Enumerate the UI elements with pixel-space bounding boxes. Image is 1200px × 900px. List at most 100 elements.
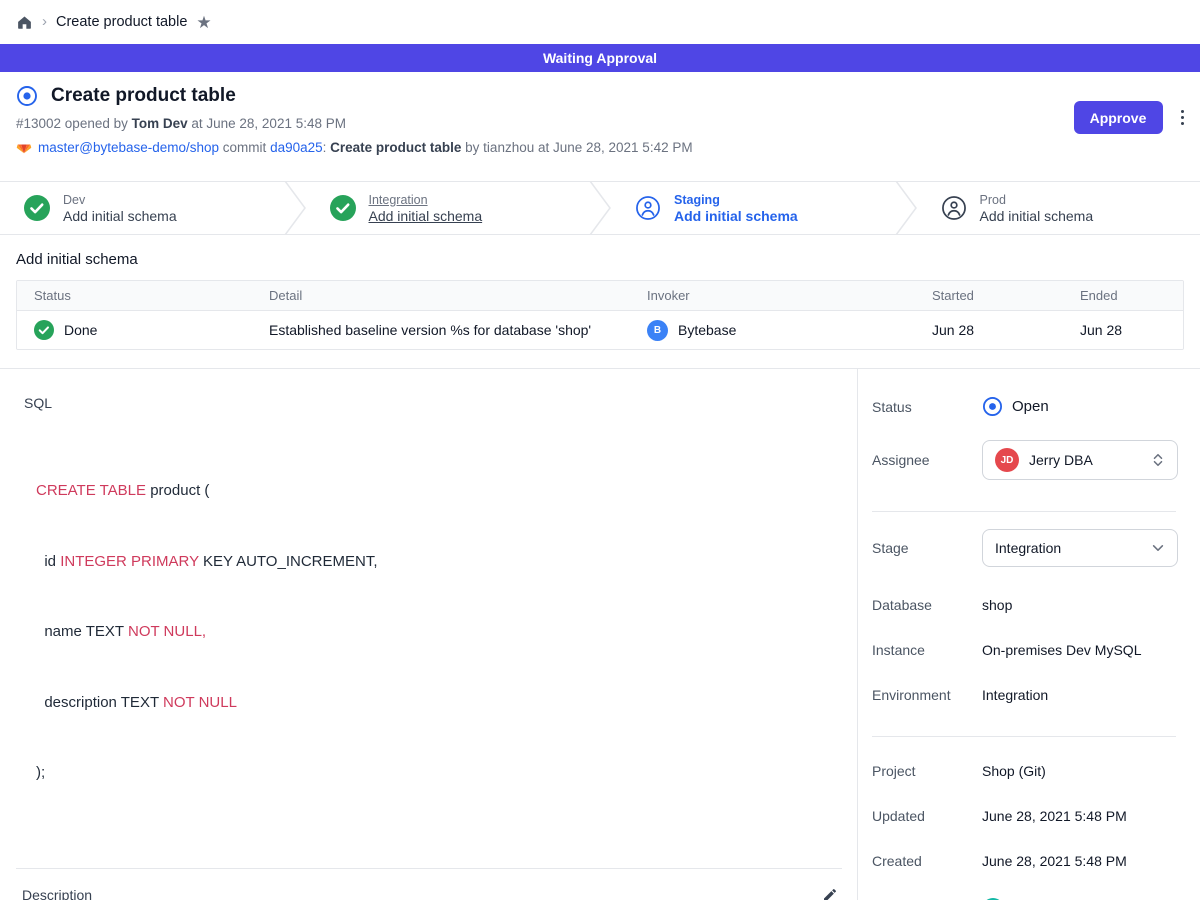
pipeline: Dev Add initial schema Integration Add i…: [0, 181, 1200, 235]
col-header-detail: Detail: [252, 288, 630, 303]
pipeline-stage-dev[interactable]: Dev Add initial schema: [0, 182, 284, 234]
created-value: June 28, 2021 5:48 PM: [982, 853, 1127, 869]
stage-env-label: Staging: [674, 193, 798, 207]
sql-keyword: NOT NULL,: [128, 623, 206, 640]
environment-label: Environment: [872, 687, 982, 703]
commit-colon: :: [323, 140, 331, 155]
status-value: Open: [1012, 398, 1049, 415]
stage-pending-icon: [941, 195, 967, 221]
commit-hash-link[interactable]: da90a25: [270, 140, 323, 155]
task-table: Status Detail Invoker Started Ended Done…: [16, 280, 1184, 350]
task-invoker: Bytebase: [678, 322, 736, 338]
issue-open-status-icon: [16, 85, 38, 107]
home-icon[interactable]: [16, 14, 33, 31]
task-done-icon: [34, 320, 54, 340]
stage-separator: [589, 182, 611, 234]
col-header-started: Started: [915, 288, 1063, 303]
assignee-select[interactable]: JD Jerry DBA: [982, 440, 1178, 480]
commit-word: commit: [219, 140, 270, 155]
stage-separator: [895, 182, 917, 234]
status-open-icon: [982, 396, 1003, 417]
sql-text: name TEXT: [36, 623, 128, 640]
sql-text: description TEXT: [36, 694, 163, 711]
sql-line: name TEXT NOT NULL,: [36, 620, 841, 644]
stage-done-icon: [330, 195, 356, 221]
issue-author: Tom Dev: [132, 116, 188, 131]
stage-env-label: Prod: [980, 193, 1094, 207]
task-title: Add initial schema: [16, 251, 1184, 268]
task-started: Jun 28: [915, 322, 1063, 338]
star-icon[interactable]: ★: [196, 14, 211, 31]
sql-section-label: SQL: [24, 395, 841, 411]
pipeline-stage-staging[interactable]: Staging Add initial schema: [611, 182, 895, 234]
sql-keyword: NOT NULL: [163, 694, 237, 711]
task-ended: Jun 28: [1063, 322, 1183, 338]
sql-text: );: [36, 764, 45, 781]
pipeline-stage-integration[interactable]: Integration Add initial schema: [306, 182, 590, 234]
col-header-status: Status: [17, 288, 252, 303]
breadcrumb-title[interactable]: Create product table: [56, 14, 187, 30]
banner-text: Waiting Approval: [543, 50, 657, 66]
sql-line: description TEXT NOT NULL: [36, 691, 841, 715]
pipeline-stage-prod[interactable]: Prod Add initial schema: [917, 182, 1200, 234]
issue-meta-prefix: #13002 opened by: [16, 116, 132, 131]
stage-task-label: Add initial schema: [63, 208, 177, 224]
col-header-ended: Ended: [1063, 288, 1183, 303]
updated-label: Updated: [872, 808, 982, 824]
chevron-down-icon: [1151, 541, 1165, 555]
stage-pending-approval-icon: [635, 195, 661, 221]
stage-select[interactable]: Integration: [982, 529, 1178, 567]
issue-header: Create product table Approve #13002 open…: [0, 72, 1200, 181]
created-label: Created: [872, 853, 982, 869]
breadcrumb: › Create product table ★: [0, 0, 1200, 44]
instance-value[interactable]: On-premises Dev MySQL: [982, 642, 1141, 658]
stage-label: Stage: [872, 540, 982, 556]
database-label: Database: [872, 597, 982, 613]
status-label: Status: [872, 399, 982, 415]
stage-task-label: Add initial schema: [980, 208, 1094, 224]
sql-text: KEY AUTO_INCREMENT,: [199, 553, 378, 570]
commit-branch-link[interactable]: master@bytebase-demo/shop: [38, 140, 219, 155]
stage-env-label: Dev: [63, 193, 177, 207]
main-column: SQL CREATE TABLE product ( id INTEGER PR…: [0, 369, 858, 900]
project-value[interactable]: Shop (Git): [982, 763, 1046, 779]
approve-button[interactable]: Approve: [1074, 101, 1163, 134]
waiting-approval-banner: Waiting Approval: [0, 44, 1200, 72]
sql-keyword: CREATE TABLE: [36, 482, 146, 499]
gitlab-icon: [16, 139, 32, 155]
task-section: Add initial schema Status Detail Invoker…: [0, 235, 1200, 368]
task-detail: Established baseline version %s for data…: [252, 322, 630, 338]
updown-chevron-icon: [1151, 453, 1165, 467]
divider: [872, 736, 1176, 737]
edit-description-icon[interactable]: [820, 885, 840, 900]
stage-value: Integration: [995, 540, 1061, 556]
assignee-label: Assignee: [872, 452, 982, 468]
assignee-value: Jerry DBA: [1029, 452, 1093, 468]
stage-done-icon: [24, 195, 50, 221]
sql-text: product (: [146, 482, 209, 499]
database-value[interactable]: shop: [982, 597, 1012, 613]
kebab-menu-icon[interactable]: [1179, 106, 1187, 130]
environment-value[interactable]: Integration: [982, 687, 1048, 703]
stage-task-label: Add initial schema: [674, 208, 798, 224]
project-label: Project: [872, 763, 982, 779]
stage-task-label: Add initial schema: [369, 208, 483, 224]
description-label: Description: [22, 887, 92, 900]
chevron-right-icon: ›: [42, 13, 47, 30]
assignee-avatar: JD: [995, 448, 1019, 472]
instance-label: Instance: [872, 642, 982, 658]
updated-value: June 28, 2021 5:48 PM: [982, 808, 1127, 824]
sql-text: id: [36, 553, 60, 570]
sql-keyword: INTEGER PRIMARY: [60, 553, 199, 570]
task-status: Done: [64, 322, 97, 338]
issue-meta: #13002 opened by Tom Dev at June 28, 202…: [16, 116, 1184, 131]
issue-meta-suffix: at June 28, 2021 5:48 PM: [188, 116, 346, 131]
divider: [872, 511, 1176, 512]
issue-title: Create product table: [51, 85, 236, 107]
sql-line: );: [36, 761, 841, 785]
task-table-row[interactable]: Done Established baseline version %s for…: [17, 311, 1183, 349]
sql-line: CREATE TABLE product (: [36, 479, 841, 503]
stage-separator: [284, 182, 306, 234]
commit-suffix: by tianzhou at June 28, 2021 5:42 PM: [461, 140, 692, 155]
col-header-invoker: Invoker: [630, 288, 915, 303]
